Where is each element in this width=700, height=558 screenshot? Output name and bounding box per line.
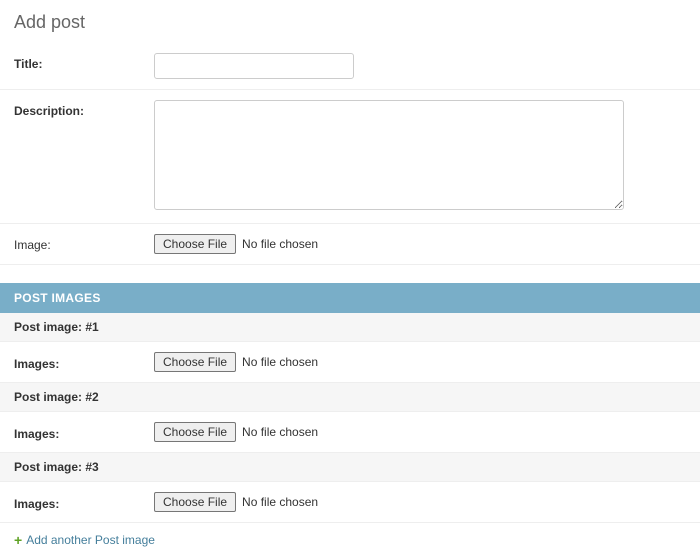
label-title: Title: (14, 53, 154, 71)
label-images-2: Images: (14, 423, 154, 441)
file-status-1: No file chosen (242, 355, 318, 369)
label-description: Description: (14, 100, 154, 118)
page-title: Add post (0, 0, 700, 43)
inline-section-header: POST IMAGES (0, 283, 700, 313)
label-image: Image: (14, 234, 154, 252)
plus-icon: + (14, 533, 22, 547)
input-title[interactable] (154, 53, 354, 79)
add-another-link[interactable]: + Add another Post image (14, 533, 155, 547)
file-choose-button-2[interactable]: Choose File (154, 422, 236, 442)
file-choose-button-1[interactable]: Choose File (154, 352, 236, 372)
inline-row-2: Images: Choose File No file chosen (0, 412, 700, 453)
input-description[interactable] (154, 100, 624, 210)
file-choose-button-3[interactable]: Choose File (154, 492, 236, 512)
add-another-label: Add another Post image (26, 533, 155, 547)
inline-row-1: Images: Choose File No file chosen (0, 342, 700, 383)
inline-form-header-2: Post image: #2 (0, 383, 700, 412)
file-status: No file chosen (242, 237, 318, 251)
row-title: Title: (0, 43, 700, 90)
inline-form-header-3: Post image: #3 (0, 453, 700, 482)
row-image: Image: Choose File No file chosen (0, 224, 700, 265)
label-images-1: Images: (14, 353, 154, 371)
inline-form-header-1: Post image: #1 (0, 313, 700, 342)
file-status-2: No file chosen (242, 425, 318, 439)
file-choose-button[interactable]: Choose File (154, 234, 236, 254)
row-description: Description: (0, 90, 700, 224)
file-status-3: No file chosen (242, 495, 318, 509)
label-images-3: Images: (14, 493, 154, 511)
